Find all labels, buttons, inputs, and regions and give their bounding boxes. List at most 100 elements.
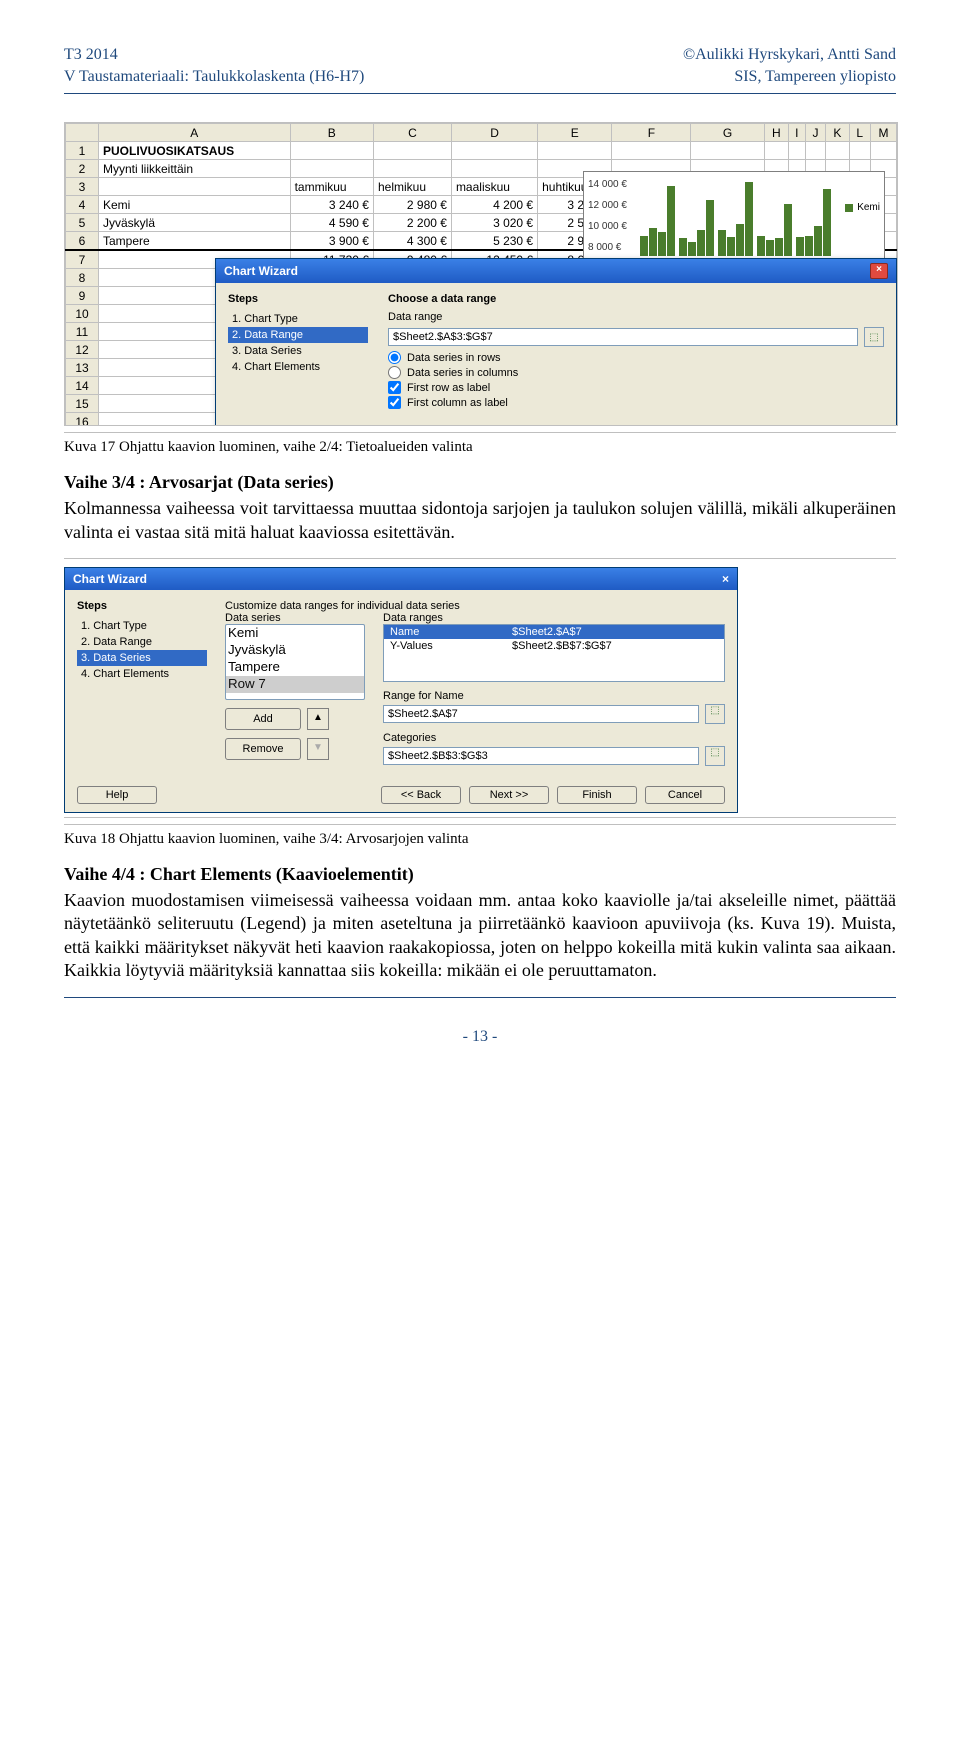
finish-button[interactable]: Finish: [557, 786, 637, 804]
row-2[interactable]: 2: [66, 160, 99, 178]
col-L[interactable]: L: [849, 124, 870, 142]
move-down-icon[interactable]: ▼: [307, 738, 329, 760]
hdr-left-2: V Taustamateriaali: Taulukkolaskenta (H6…: [64, 66, 364, 88]
check-first-col-label[interactable]: [388, 396, 401, 409]
y-tick: 8 000 €: [588, 237, 627, 258]
row-5[interactable]: 5: [66, 214, 99, 232]
check-label: First row as label: [407, 382, 490, 394]
cell[interactable]: Jyväskylä: [99, 214, 291, 232]
hdr-right-2: SIS, Tampereen yliopisto: [734, 66, 896, 88]
data-series-list[interactable]: Kemi Jyväskylä Tampere Row 7: [225, 624, 365, 700]
col-E[interactable]: E: [538, 124, 612, 142]
step-chart-type[interactable]: 1. Chart Type: [77, 618, 207, 634]
cell[interactable]: maaliskuu: [451, 178, 537, 196]
row-14[interactable]: 14: [66, 377, 99, 395]
col-M[interactable]: M: [870, 124, 896, 142]
cell[interactable]: 3 900 €: [290, 232, 373, 251]
cell[interactable]: 4 200 €: [451, 196, 537, 214]
cell[interactable]: 2 200 €: [373, 214, 451, 232]
next-button[interactable]: Next >>: [469, 786, 549, 804]
form-heading: Customize data ranges for individual dat…: [225, 600, 725, 612]
row-1[interactable]: 1: [66, 142, 99, 160]
cell[interactable]: 5 230 €: [451, 232, 537, 251]
col-A[interactable]: A: [99, 124, 291, 142]
embedded-chart[interactable]: 14 000 € 12 000 € 10 000 € 8 000 € Kemi: [583, 171, 885, 263]
col-I[interactable]: I: [788, 124, 805, 142]
back-button[interactable]: << Back: [381, 786, 461, 804]
row-10[interactable]: 10: [66, 305, 99, 323]
help-button[interactable]: Help: [77, 786, 157, 804]
col-B[interactable]: B: [290, 124, 373, 142]
check-first-row-label[interactable]: [388, 381, 401, 394]
corner-cell[interactable]: [66, 124, 99, 142]
cell-title[interactable]: PUOLIVUOSIKATSAUS: [99, 142, 291, 160]
cell[interactable]: helmikuu: [373, 178, 451, 196]
cell[interactable]: 3 240 €: [290, 196, 373, 214]
cell-subtitle[interactable]: Myynti liikkeittäin: [99, 160, 291, 178]
dialog-title: Chart Wizard: [73, 572, 147, 586]
close-icon[interactable]: ×: [722, 572, 729, 586]
cell[interactable]: 4 590 €: [290, 214, 373, 232]
dialog-titlebar[interactable]: Chart Wizard ×: [216, 259, 896, 283]
close-icon[interactable]: ×: [870, 263, 888, 279]
y-tick: 10 000 €: [588, 216, 627, 237]
step-data-range[interactable]: 2. Data Range: [228, 327, 368, 343]
col-D[interactable]: D: [451, 124, 537, 142]
row-13[interactable]: 13: [66, 359, 99, 377]
figure-18-caption: Kuva 18 Ohjattu kaavion luominen, vaihe …: [64, 831, 896, 848]
col-F[interactable]: F: [612, 124, 691, 142]
range-key: Y-Values: [384, 639, 506, 653]
col-H[interactable]: H: [764, 124, 788, 142]
col-K[interactable]: K: [826, 124, 849, 142]
categories-input[interactable]: [383, 747, 699, 765]
cancel-button[interactable]: Cancel: [645, 786, 725, 804]
row-8[interactable]: 8: [66, 269, 99, 287]
data-range-input[interactable]: [388, 328, 858, 346]
step-data-series[interactable]: 3. Data Series: [77, 650, 207, 666]
radio-series-rows[interactable]: [388, 351, 401, 364]
move-up-icon[interactable]: ▲: [307, 708, 329, 730]
step-data-series[interactable]: 3. Data Series: [228, 343, 368, 359]
spreadsheet: A B C D E F G H I J K L M 1PUOLIVUOSIKAT…: [64, 122, 898, 426]
row-12[interactable]: 12: [66, 341, 99, 359]
step-chart-elements[interactable]: 4. Chart Elements: [77, 666, 207, 682]
row-4[interactable]: 4: [66, 196, 99, 214]
cell[interactable]: 3 020 €: [451, 214, 537, 232]
range-val: $Sheet2.$A$7: [506, 625, 724, 639]
remove-button[interactable]: Remove: [225, 738, 301, 760]
chart-wizard-dialog: Chart Wizard × Steps 1. Chart Type 2. Da…: [215, 258, 897, 426]
row-6[interactable]: 6: [66, 232, 99, 251]
cell[interactable]: 2 980 €: [373, 196, 451, 214]
col-J[interactable]: J: [805, 124, 826, 142]
step-chart-elements[interactable]: 4. Chart Elements: [228, 359, 368, 375]
step-chart-type[interactable]: 1. Chart Type: [228, 311, 368, 327]
cell[interactable]: 4 300 €: [373, 232, 451, 251]
steps-heading: Steps: [77, 600, 207, 612]
row-3[interactable]: 3: [66, 178, 99, 196]
hdr-right-1: ©Aulikki Hyrskykari, Antti Sand: [683, 44, 896, 66]
range-val: $Sheet2.$B$7:$G$7: [506, 639, 724, 653]
range-picker-icon[interactable]: ⬚: [864, 327, 884, 347]
row-9[interactable]: 9: [66, 287, 99, 305]
hdr-left-1: T3 2014: [64, 44, 364, 66]
cell[interactable]: Kemi: [99, 196, 291, 214]
row-15[interactable]: 15: [66, 395, 99, 413]
add-button[interactable]: Add: [225, 708, 301, 730]
row-16[interactable]: 16: [66, 413, 99, 427]
row-11[interactable]: 11: [66, 323, 99, 341]
dialog-title: Chart Wizard: [224, 264, 298, 278]
range-picker-icon[interactable]: ⬚: [705, 746, 725, 766]
cell[interactable]: tammikuu: [290, 178, 373, 196]
dialog-titlebar[interactable]: Chart Wizard ×: [65, 568, 737, 590]
range-picker-icon[interactable]: ⬚: [705, 704, 725, 724]
col-C[interactable]: C: [373, 124, 451, 142]
radio-series-cols[interactable]: [388, 366, 401, 379]
data-ranges-list[interactable]: Name$Sheet2.$A$7 Y-Values$Sheet2.$B$7:$G…: [383, 624, 725, 682]
step-data-range[interactable]: 2. Data Range: [77, 634, 207, 650]
categories-label: Categories: [383, 732, 483, 744]
range-for-name-input[interactable]: [383, 705, 699, 723]
col-G[interactable]: G: [691, 124, 764, 142]
row-7[interactable]: 7: [66, 250, 99, 269]
radio-label: Data series in columns: [407, 367, 518, 379]
cell[interactable]: Tampere: [99, 232, 291, 251]
